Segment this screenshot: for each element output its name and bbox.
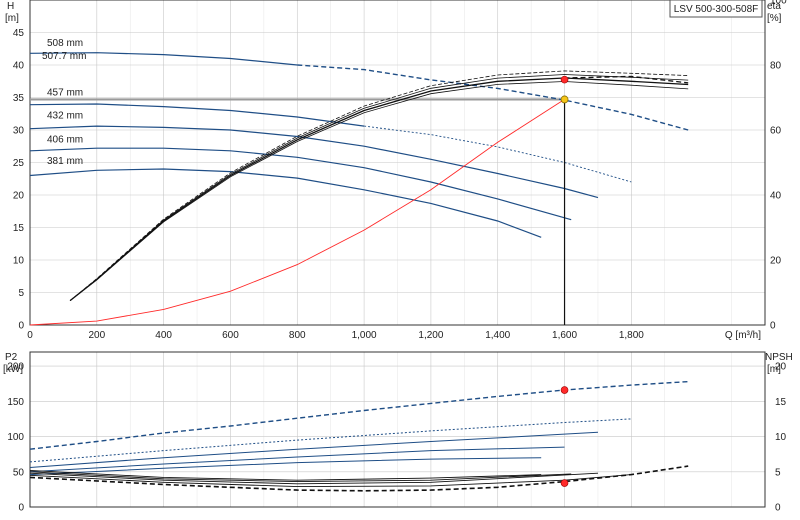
y-left-axis-unit: [m] [5, 13, 19, 24]
operating-point-npsh-marker [560, 479, 569, 487]
npsh-axis-unit: [m] [767, 364, 781, 375]
p2-axis-unit: [kW] [3, 364, 23, 375]
x-tick-label: 1,000 [352, 330, 377, 341]
y-left-tick-label: 25 [13, 158, 25, 169]
p2-tick-label: 150 [7, 397, 24, 408]
npsh-tick-label: 0 [775, 503, 781, 514]
model-label-text: LSV 500-300-508F [674, 4, 759, 15]
y-left-tick-label: 35 [13, 93, 25, 104]
y-right-tick-label: 40 [770, 191, 782, 202]
y-left-tick-label: 0 [18, 321, 24, 332]
x-tick-label: 1,800 [619, 330, 644, 341]
p2-tick-label: 100 [7, 432, 24, 443]
y-left-axis-label: H [7, 1, 14, 12]
x-tick-label: 400 [155, 330, 172, 341]
x-tick-label: 0 [27, 330, 33, 341]
y-left-tick-label: 20 [13, 191, 25, 202]
y-left-tick-label: 5 [18, 288, 24, 299]
x-tick-label: 800 [289, 330, 306, 341]
p2-tick-label: 50 [13, 467, 25, 478]
x-tick-label: 200 [88, 330, 105, 341]
head-curve-label: 508 mm [47, 38, 83, 49]
p2-axis-label: P2 [5, 352, 18, 363]
y-right-axis-unit: [%] [767, 13, 782, 24]
pump-curve-chart: 0 200 400 600 800 1,000 1,200 1,400 1,600 1,800 0 5… [0, 0, 800, 520]
operating-point-eta-marker [560, 75, 569, 84]
y-right-tick-label: 0 [770, 321, 776, 332]
y-left-tick-label: 45 [13, 28, 25, 39]
y-right-tick-label: 20 [770, 256, 782, 267]
x-tick-label: 1,400 [485, 330, 510, 341]
y-right-tick-label: 60 [770, 126, 782, 137]
y-left-tick-label: 15 [13, 223, 25, 234]
x-axis-label: Q [m³/h] [725, 330, 761, 341]
npsh-tick-label: 10 [775, 432, 787, 443]
p2-tick-label: 0 [18, 503, 24, 514]
head-curve-label: 406 mm [47, 134, 83, 145]
x-tick-label: 1,200 [418, 330, 443, 341]
head-curve-label: 507.7 mm [42, 51, 86, 62]
y-left-tick-label: 40 [13, 61, 25, 72]
y-left-tick-label: 10 [13, 256, 25, 267]
npsh-axis-label: NPSH [765, 352, 793, 363]
y-right-axis-label: eta [767, 1, 781, 12]
x-tick-label: 1,600 [552, 330, 577, 341]
head-curve-label: 457 mm [47, 88, 83, 99]
head-curve-label: 381 mm [47, 156, 83, 167]
pump-curve-svg: 0 200 400 600 800 1,000 1,200 1,400 1,600 1,80005… [0, 0, 800, 520]
operating-point-power-marker [560, 386, 569, 394]
npsh-tick-label: 15 [775, 397, 787, 408]
npsh-tick-label: 5 [775, 467, 781, 478]
x-tick-label: 600 [222, 330, 239, 341]
head-curve-label: 432 mm [47, 110, 83, 121]
model-label-box: LSV 500-300-508F [669, 0, 763, 18]
operating-point-head-marker [560, 95, 569, 104]
y-left-tick-label: 30 [13, 126, 25, 137]
y-right-tick-label: 80 [770, 61, 782, 72]
